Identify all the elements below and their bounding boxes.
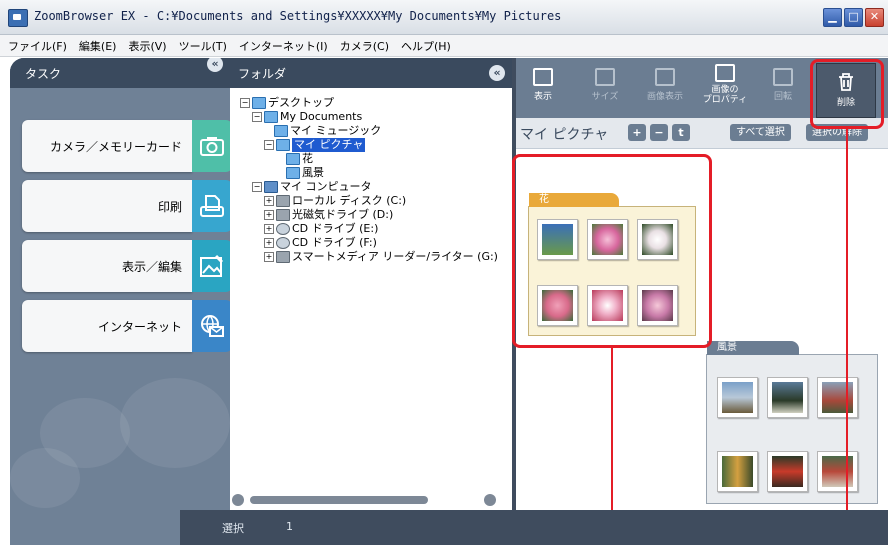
folder-title: フォルダ xyxy=(238,67,287,81)
folder-horizontal-scrollbar[interactable] xyxy=(230,494,496,506)
rotate-tool-button[interactable]: 回転 xyxy=(758,68,808,102)
callout-line-delete xyxy=(846,129,848,545)
collapse-folder-icon[interactable]: « xyxy=(489,65,505,81)
image-view-icon xyxy=(655,68,675,86)
title-bar: ZoomBrowser EX - C:¥Documents and Settin… xyxy=(0,0,888,35)
tree-node-my-documents[interactable]: − My Documents xyxy=(252,110,362,124)
select-all-button[interactable]: すべて選択 xyxy=(730,124,791,141)
menu-bar: ファイル(F) 編集(E) 表示(V) ツール(T) インターネット(I) カメ… xyxy=(0,35,888,57)
group-scenery-tab: 風景 xyxy=(707,341,799,355)
status-selected-count: 1 xyxy=(286,520,293,533)
highlight-flower-group xyxy=(512,154,712,348)
folder-open-icon xyxy=(264,111,278,123)
status-bar: 選択 1 xyxy=(180,510,888,545)
tree-node-desktop[interactable]: − デスクトップ xyxy=(240,96,334,110)
properties-icon xyxy=(715,64,735,82)
folder-icon xyxy=(286,153,300,165)
cd-icon xyxy=(276,237,290,249)
image-edit-icon xyxy=(192,240,230,292)
folder-panel: フォルダ « − デスクトップ − My Documents マイ ミュージック −… xyxy=(230,58,516,510)
task-camera-memory-card-button[interactable]: カメラ／メモリーカード xyxy=(22,120,230,172)
tree-node-local-disk[interactable]: + ローカル ディスク (C:) xyxy=(264,194,406,208)
cd-icon xyxy=(276,223,290,235)
image-view-tool-button[interactable]: 画像表示 xyxy=(640,68,690,102)
rotate-icon xyxy=(773,68,793,86)
camera-icon xyxy=(192,120,230,172)
zoom-out-button[interactable]: − xyxy=(650,124,668,141)
size-tool-button[interactable]: サイズ xyxy=(580,68,630,102)
zoom-in-button[interactable]: + xyxy=(628,124,646,141)
zoombrowser-window: ZoomBrowser EX - C:¥Documents and Settin… xyxy=(0,0,888,545)
photo-thumbnail[interactable] xyxy=(767,451,808,492)
minimize-button[interactable]: ▁ xyxy=(823,8,842,27)
window-title: ZoomBrowser EX - C:¥Documents and Settin… xyxy=(34,9,562,23)
tree-node-cd-f[interactable]: + CD ドライブ (F:) xyxy=(264,236,377,250)
up-folder-button[interactable]: t xyxy=(672,124,690,141)
task-view-edit-button[interactable]: 表示／編集 xyxy=(22,240,230,292)
globe-mail-icon xyxy=(192,300,230,352)
desktop-icon xyxy=(252,97,266,109)
scroll-right-icon[interactable] xyxy=(484,494,496,506)
menu-internet[interactable]: インターネット(I) xyxy=(239,38,328,54)
close-button[interactable]: ✕ xyxy=(865,8,884,27)
tree-node-my-pictures[interactable]: − マイ ピクチャ xyxy=(264,138,366,152)
folder-icon xyxy=(286,167,300,179)
drive-icon xyxy=(276,251,290,263)
app-icon xyxy=(8,9,28,27)
tree-node-smartmedia[interactable]: + スマートメディア リーダー/ライター (G:) xyxy=(264,250,498,264)
view-icon xyxy=(533,68,553,86)
computer-icon xyxy=(264,181,278,193)
photo-thumbnail[interactable] xyxy=(717,377,758,418)
collapse-task-icon[interactable]: « xyxy=(207,58,223,72)
photo-thumbnail[interactable] xyxy=(817,377,858,418)
task-panel: タスク « カメラ／メモリーカード 印刷 表示／編集 インターネット xyxy=(10,58,230,545)
task-view-edit-label: 表示／編集 xyxy=(121,260,182,274)
folder-open-icon xyxy=(276,139,290,151)
highlight-delete-button xyxy=(810,59,884,129)
menu-file[interactable]: ファイル(F) xyxy=(8,38,67,54)
scroll-left-icon[interactable] xyxy=(232,494,244,506)
size-icon xyxy=(595,68,615,86)
tree-node-scenery[interactable]: 風景 xyxy=(286,166,324,180)
view-tool-button[interactable]: 表示 xyxy=(518,68,568,102)
folder-header: フォルダ « xyxy=(230,58,512,88)
status-selected-label: 選択 xyxy=(222,522,244,535)
menu-edit[interactable]: 編集(E) xyxy=(79,38,117,54)
current-folder-label: マイ ピクチャ xyxy=(520,127,609,143)
folder-icon xyxy=(274,125,288,137)
photo-thumbnail[interactable] xyxy=(717,451,758,492)
tree-node-flowers[interactable]: 花 xyxy=(286,152,313,166)
task-camera-label: カメラ／メモリーカード xyxy=(49,140,182,154)
photo-thumbnail[interactable] xyxy=(767,377,808,418)
task-title: タスク xyxy=(25,67,62,81)
task-header: タスク « xyxy=(10,58,230,88)
drive-icon xyxy=(276,195,290,207)
scroll-thumb[interactable] xyxy=(250,496,428,504)
task-internet-label: インターネット xyxy=(97,320,182,334)
photo-thumbnail[interactable] xyxy=(817,451,858,492)
task-internet-button[interactable]: インターネット xyxy=(22,300,230,352)
tree-node-my-computer[interactable]: − マイ コンピュータ xyxy=(252,180,372,194)
tree-node-cd-e[interactable]: + CD ドライブ (E:) xyxy=(264,222,378,236)
tree-node-mo-drive[interactable]: + 光磁気ドライブ (D:) xyxy=(264,208,393,222)
window-controls: ▁ □ ✕ xyxy=(823,8,884,27)
group-scenery: 風景 xyxy=(706,341,878,504)
menu-help[interactable]: ヘルプ(H) xyxy=(401,38,451,54)
menu-camera[interactable]: カメラ(C) xyxy=(340,38,389,54)
menu-view[interactable]: 表示(V) xyxy=(128,38,166,54)
maximize-button[interactable]: □ xyxy=(844,8,863,27)
menu-tools[interactable]: ツール(T) xyxy=(179,38,227,54)
drive-icon xyxy=(276,209,290,221)
image-properties-tool-button[interactable]: 画像の プロパティ xyxy=(700,64,750,105)
task-print-button[interactable]: 印刷 xyxy=(22,180,230,232)
printer-icon xyxy=(192,180,230,232)
task-print-label: 印刷 xyxy=(157,200,182,214)
tree-node-my-music[interactable]: マイ ミュージック xyxy=(274,124,381,138)
